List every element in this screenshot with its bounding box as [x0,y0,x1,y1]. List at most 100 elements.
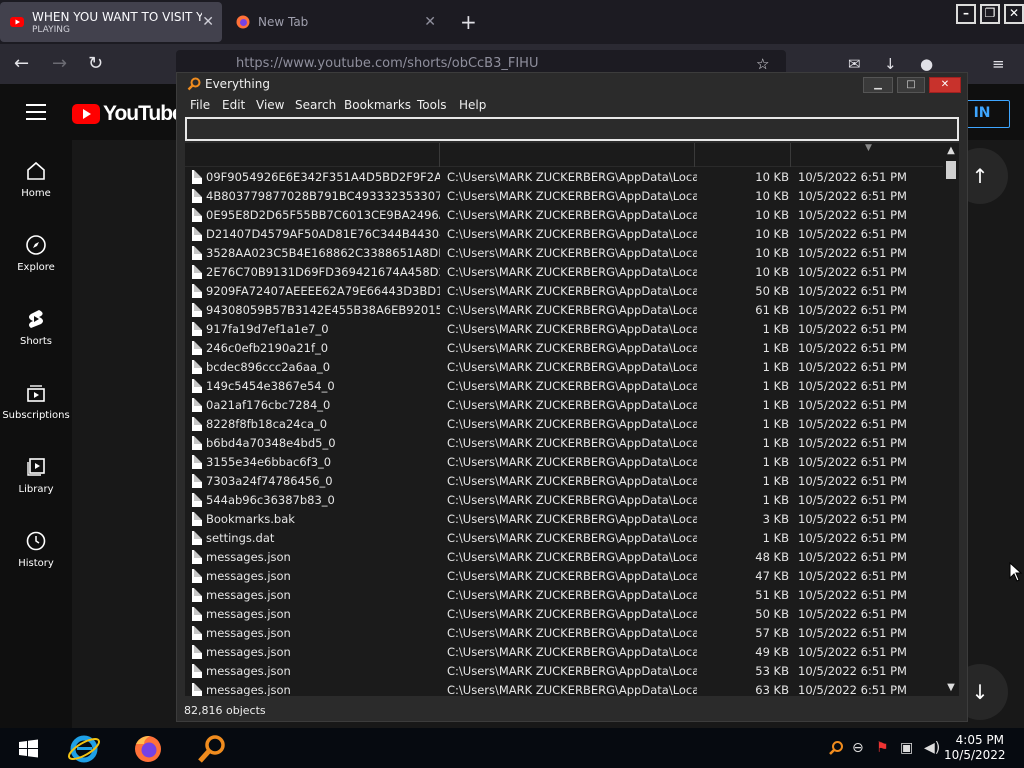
scroll-up-arrow-icon[interactable]: ▲ [943,143,959,159]
bookmark-star-icon[interactable]: ☆ [756,55,769,73]
file-path: C:\Users\MARK ZUCKERBERG\AppData\Loca... [447,322,697,336]
tab-new-tab[interactable]: New Tab ✕ [226,2,446,42]
column-divider[interactable] [790,143,791,167]
reload-icon[interactable]: ↻ [88,53,103,74]
sidebar-item-subscriptions[interactable]: Subscriptions [0,362,72,436]
column-divider[interactable] [439,143,440,167]
file-name: messages.json [206,550,291,564]
sidebar-item-label: Library [18,484,54,495]
table-row[interactable]: 09F9054926E6E342F351A4D5BD2F9F2A3C8... C:… [185,168,949,187]
volume-icon[interactable]: ◀) [924,740,940,756]
table-row[interactable]: settings.dat C:\Users\MARK ZUCKERBERG\App… [185,529,949,548]
back-arrow-icon[interactable]: ← [14,53,29,74]
new-tab-plus-icon[interactable]: + [460,10,477,34]
menu-hamburger-icon[interactable]: ≡ [992,55,1005,73]
network-icon[interactable]: ▣ [900,740,913,756]
taskbar-everything[interactable] [188,732,236,766]
system-clock[interactable]: 4:05 PM 10/5/2022 [944,733,1006,763]
table-row[interactable]: messages.json C:\Users\MARK ZUCKERBERG\Ap… [185,624,949,643]
taskbar-internet-explorer[interactable] [60,732,108,766]
restore-window-button[interactable]: ❐ [980,4,1000,24]
menu-item-bookmarks[interactable]: Bookmarks [344,98,411,112]
table-row[interactable]: messages.json C:\Users\MARK ZUCKERBERG\Ap… [185,586,949,605]
table-row[interactable]: bcdec896ccc2a6aa_0 C:\Users\MARK ZUCKERBE… [185,358,949,377]
forward-arrow-icon[interactable]: → [52,53,67,74]
close-tab-icon[interactable]: ✕ [424,14,436,30]
table-row[interactable]: 7303a24f74786456_0 C:\Users\MARK ZUCKERBE… [185,472,949,491]
table-row[interactable]: 246c0efb2190a21f_0 C:\Users\MARK ZUCKERBE… [185,339,949,358]
menu-item-help[interactable]: Help [459,98,486,112]
file-name: 246c0efb2190a21f_0 [206,341,329,355]
downloads-icon[interactable]: ↓ [884,55,897,73]
menu-item-tools[interactable]: Tools [417,98,447,112]
table-row[interactable]: messages.json C:\Users\MARK ZUCKERBERG\Ap… [185,548,949,567]
file-name: messages.json [206,664,291,678]
file-icon [192,170,202,184]
pocket-icon[interactable]: ✉ [848,55,861,73]
sidebar-item-label: Subscriptions [2,410,70,421]
menu-item-edit[interactable]: Edit [222,98,245,112]
table-row[interactable]: 3155e34e6bbac6f3_0 C:\Users\MARK ZUCKERBE… [185,453,949,472]
sidebar-item-library[interactable]: Library [0,436,72,510]
start-button[interactable] [4,732,52,766]
file-date-modified: 10/5/2022 6:51 PM [798,683,907,696]
table-row[interactable]: 0E95E8D2D65F55BB7C6013CE9BA2496AFF... C:\… [185,206,949,225]
table-row[interactable]: 9209FA72407AEEEE62A79E66443D3BD1D8... C:\… [185,282,949,301]
menu-item-search[interactable]: Search [295,98,336,112]
file-size: 51 KB [755,588,789,602]
table-row[interactable]: 917fa19d7ef1a1e7_0 C:\Users\MARK ZUCKERBE… [185,320,949,339]
sidebar-item-history[interactable]: History [0,510,72,584]
table-row[interactable]: 544ab96c36387b83_0 C:\Users\MARK ZUCKERBE… [185,491,949,510]
table-row[interactable]: Bookmarks.bak C:\Users\MARK ZUCKERBERG\Ap… [185,510,949,529]
table-row[interactable]: messages.json C:\Users\MARK ZUCKERBERG\Ap… [185,643,949,662]
everything-title-bar[interactable]: Everything ▁ □ ✕ [177,73,967,95]
table-row[interactable]: b6bd4a70348e4bd5_0 C:\Users\MARK ZUCKERBE… [185,434,949,453]
scroll-down-arrow-icon[interactable]: ▼ [943,680,959,696]
menu-item-file[interactable]: File [190,98,210,112]
table-row[interactable]: 0a21af176cbc7284_0 C:\Users\MARK ZUCKERBE… [185,396,949,415]
sidebar-item-explore[interactable]: Explore [0,214,72,288]
maximize-button[interactable]: □ [897,77,925,93]
menu-item-view[interactable]: View [256,98,284,112]
close-window-button[interactable]: ✕ [1004,4,1024,24]
file-icon [192,303,202,317]
search-input[interactable] [185,117,959,141]
close-tab-icon[interactable]: ✕ [202,14,214,30]
results-list[interactable]: ▼ 09F9054926E6E342F351A4D5BD2F9F2A3C8...… [185,143,949,696]
sidebar-item-shorts[interactable]: Shorts [0,288,72,362]
minimize-button[interactable]: ▁ [863,77,893,93]
results-vertical-scrollbar[interactable]: ▲ ▼ [943,143,959,696]
table-row[interactable]: messages.json C:\Users\MARK ZUCKERBERG\Ap… [185,662,949,681]
file-size: 1 KB [762,379,789,393]
file-path: C:\Users\MARK ZUCKERBERG\AppData\Loca... [447,436,697,450]
table-row[interactable]: 8228f8fb18ca24ca_0 C:\Users\MARK ZUCKERBE… [185,415,949,434]
table-row[interactable]: 149c5454e3867e54_0 C:\Users\MARK ZUCKERBE… [185,377,949,396]
tray-status-icon[interactable]: ⊖ [852,740,864,756]
table-row[interactable]: 3528AA023C5B4E168862C3388651A8DE493... C:… [185,244,949,263]
taskbar-firefox[interactable] [124,732,172,766]
everything-tray-icon[interactable] [828,740,844,756]
table-row[interactable]: 2E76C70B9131D69FD369421674A458D2E45... C:… [185,263,949,282]
file-date-modified: 10/5/2022 6:51 PM [798,265,907,279]
table-row[interactable]: messages.json C:\Users\MARK ZUCKERBERG\Ap… [185,605,949,624]
account-avatar-icon[interactable]: ● [920,55,933,73]
table-row[interactable]: 4B803779877028B791BC4933323533071FE3... C… [185,187,949,206]
tab-youtube-playing[interactable]: WHEN YOU WANT TO VISIT YO PLAYING ✕ [0,2,222,42]
file-size: 10 KB [755,265,789,279]
column-divider[interactable] [694,143,695,167]
tab-title: WHEN YOU WANT TO VISIT YO [32,9,202,24]
close-button[interactable]: ✕ [929,77,961,93]
table-row[interactable]: messages.json C:\Users\MARK ZUCKERBERG\Ap… [185,681,949,696]
file-path: C:\Users\MARK ZUCKERBERG\AppData\Loca... [447,360,697,374]
sidebar-item-home[interactable]: Home [0,140,72,214]
action-center-flag-icon[interactable]: ⚑ [876,740,889,756]
guide-menu-icon[interactable] [26,104,46,125]
file-icon [192,417,202,431]
scrollbar-thumb[interactable] [946,161,956,179]
file-path: C:\Users\MARK ZUCKERBERG\AppData\Loca... [447,474,697,488]
youtube-logo[interactable]: YouTube [72,102,184,126]
table-row[interactable]: D21407D4579AF50AD81E76C344B44304715... C:… [185,225,949,244]
table-row[interactable]: 94308059B57B3142E455B38A6EB92015 C:\Users… [185,301,949,320]
table-row[interactable]: messages.json C:\Users\MARK ZUCKERBERG\Ap… [185,567,949,586]
minimize-window-button[interactable]: – [956,4,976,24]
